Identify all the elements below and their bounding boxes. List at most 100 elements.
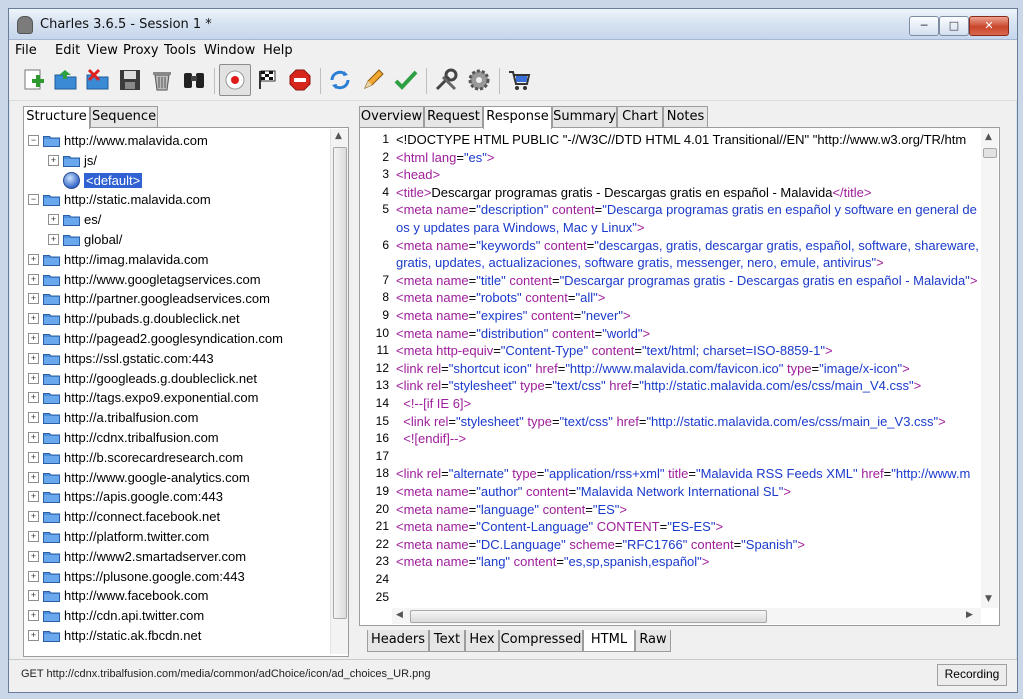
tree-node[interactable]: + http://imag.malavida.com <box>28 250 209 269</box>
collapse-icon[interactable]: − <box>28 135 39 146</box>
menu-edit[interactable]: Edit <box>55 43 80 58</box>
collapse-icon[interactable]: − <box>28 194 39 206</box>
expand-icon[interactable]: + <box>28 412 39 424</box>
expand-icon[interactable]: + <box>28 610 39 622</box>
expand-icon[interactable]: + <box>28 511 39 523</box>
tab-structure[interactable]: Structure <box>23 106 90 129</box>
tab-raw[interactable]: Raw <box>635 630 671 652</box>
tree-node[interactable]: + http://static.ak.fbcdn.net <box>28 626 201 645</box>
tab-summary[interactable]: Summary <box>552 106 617 128</box>
scroll-up-arrow-icon[interactable]: ▲ <box>335 131 342 141</box>
repeat-icon[interactable] <box>325 65 355 95</box>
tree-node[interactable]: + http://platform.twitter.com <box>28 527 209 546</box>
tree-node[interactable]: + https://ssl.gstatic.com:443 <box>28 349 214 368</box>
expand-icon[interactable]: + <box>28 392 39 404</box>
tab-overview[interactable]: Overview <box>359 106 424 128</box>
find-icon[interactable] <box>179 65 209 95</box>
expand-icon[interactable]: + <box>28 531 39 542</box>
scroll-left-arrow-icon[interactable]: ◀ <box>396 610 403 620</box>
tree-node[interactable]: + http://www.facebook.com <box>28 586 209 605</box>
tree-node[interactable]: + https://plusone.google.com:443 <box>28 567 245 586</box>
tree-node[interactable]: + http://partner.googleadservices.com <box>28 289 270 308</box>
menu-view[interactable]: View <box>87 43 118 58</box>
expand-icon[interactable]: + <box>28 273 39 285</box>
expand-icon[interactable]: + <box>28 630 39 641</box>
close-session-icon[interactable] <box>83 65 113 95</box>
stop-icon[interactable] <box>285 65 315 95</box>
tab-notes[interactable]: Notes <box>663 106 708 128</box>
expand-icon[interactable]: + <box>28 471 39 483</box>
expand-icon[interactable]: + <box>28 293 39 305</box>
tree-node[interactable]: + http://cdnx.tribalfusion.com <box>28 428 219 447</box>
expand-icon[interactable]: + <box>48 154 59 166</box>
tree-node[interactable]: + https://apis.google.com:443 <box>28 487 223 506</box>
expand-icon[interactable]: + <box>28 333 39 344</box>
tree-node[interactable]: − http://static.malavida.com <box>28 190 211 209</box>
tree-node[interactable]: + http://www2.smartadserver.com <box>28 547 246 566</box>
expand-icon[interactable]: + <box>28 253 39 265</box>
expand-icon[interactable]: + <box>48 234 59 245</box>
tab-hex[interactable]: Hex <box>465 630 499 652</box>
menu-window[interactable]: Window <box>204 43 255 58</box>
tree-node[interactable]: + http://connect.facebook.net <box>28 507 220 526</box>
expand-icon[interactable]: + <box>28 313 39 325</box>
scroll-up-arrow-icon[interactable]: ▲ <box>985 132 992 142</box>
tab-response[interactable]: Response <box>483 106 552 129</box>
save-icon[interactable] <box>115 65 145 95</box>
menu-file[interactable]: File <box>15 43 37 58</box>
tree-node[interactable]: + js/ <box>48 151 97 170</box>
tree-node[interactable]: + es/ <box>48 210 101 229</box>
tab-sequence[interactable]: Sequence <box>90 106 158 128</box>
minimize-button[interactable]: ─ <box>909 16 939 36</box>
tree-node[interactable]: + http://googleads.g.doubleclick.net <box>28 369 257 388</box>
tree-node[interactable]: + http://cdn.api.twitter.com <box>28 606 204 625</box>
tree-node[interactable]: + http://www.googletagservices.com <box>28 270 261 289</box>
expand-icon[interactable]: + <box>48 214 59 226</box>
expand-icon[interactable]: + <box>28 432 39 443</box>
menu-help[interactable]: Help <box>263 43 293 58</box>
new-session-icon[interactable] <box>19 65 49 95</box>
tab-text[interactable]: Text <box>429 630 465 652</box>
host-tree[interactable]: ▲ − http://www.malavida.com + js/ <default> −… <box>23 127 349 657</box>
clear-icon[interactable] <box>147 65 177 95</box>
tree-node[interactable]: + http://pubads.g.doubleclick.net <box>28 309 240 328</box>
editor-vertical-scrollbar[interactable]: ▲ ▼ <box>981 128 998 608</box>
expand-icon[interactable]: + <box>28 372 39 384</box>
menu-proxy[interactable]: Proxy <box>123 43 159 58</box>
tab-request[interactable]: Request <box>424 106 483 128</box>
shop-icon[interactable] <box>504 65 534 95</box>
edit-icon[interactable] <box>358 65 388 95</box>
scroll-down-arrow-icon[interactable]: ▼ <box>985 594 992 604</box>
tab-chart[interactable]: Chart <box>617 106 663 128</box>
tree-scrollbar[interactable]: ▲ <box>330 129 348 654</box>
editor-horizontal-scrollbar[interactable]: ◀ ▶ <box>392 608 981 624</box>
editor-vertical-thumb[interactable] <box>983 148 997 158</box>
tree-node[interactable]: − http://www.malavida.com <box>28 131 208 150</box>
tree-node[interactable]: + http://www.google-analytics.com <box>28 468 250 487</box>
expand-icon[interactable]: + <box>28 550 39 562</box>
expand-icon[interactable]: + <box>28 451 39 463</box>
title-bar[interactable]: Charles 3.6.5 - Session 1 * ─ □ ✕ <box>9 9 1017 40</box>
tab-html[interactable]: HTML <box>583 630 635 652</box>
record-icon[interactable] <box>219 64 251 96</box>
tree-node[interactable]: <default> <box>48 171 143 190</box>
scroll-right-arrow-icon[interactable]: ▶ <box>966 610 973 620</box>
expand-icon[interactable]: + <box>28 590 39 602</box>
menu-tools[interactable]: Tools <box>164 43 196 58</box>
tab-headers[interactable]: Headers <box>367 630 429 652</box>
tree-node[interactable]: + http://pagead2.googlesyndication.com <box>28 329 283 348</box>
expand-icon[interactable]: + <box>28 352 39 364</box>
tab-compressed[interactable]: Compressed <box>499 630 583 652</box>
tree-node[interactable]: + global/ <box>48 230 122 249</box>
expand-icon[interactable]: + <box>28 570 39 582</box>
tree-node[interactable]: + http://a.tribalfusion.com <box>28 408 198 427</box>
maximize-button[interactable]: □ <box>939 16 969 36</box>
expand-icon[interactable]: + <box>28 491 39 503</box>
recording-indicator[interactable]: Recording <box>937 664 1007 686</box>
open-icon[interactable] <box>51 65 81 95</box>
tree-node[interactable]: + http://tags.expo9.exponential.com <box>28 388 258 407</box>
settings-icon[interactable] <box>464 65 494 95</box>
editor-horizontal-thumb[interactable] <box>410 610 767 623</box>
tree-node[interactable]: + http://b.scorecardresearch.com <box>28 448 243 467</box>
response-html-editor[interactable]: 1 2 3 4 5 6 7 8 9 10 11 12 13 14 15 16 17 18 19 20 21 22 23 24 2… <box>359 127 1000 626</box>
